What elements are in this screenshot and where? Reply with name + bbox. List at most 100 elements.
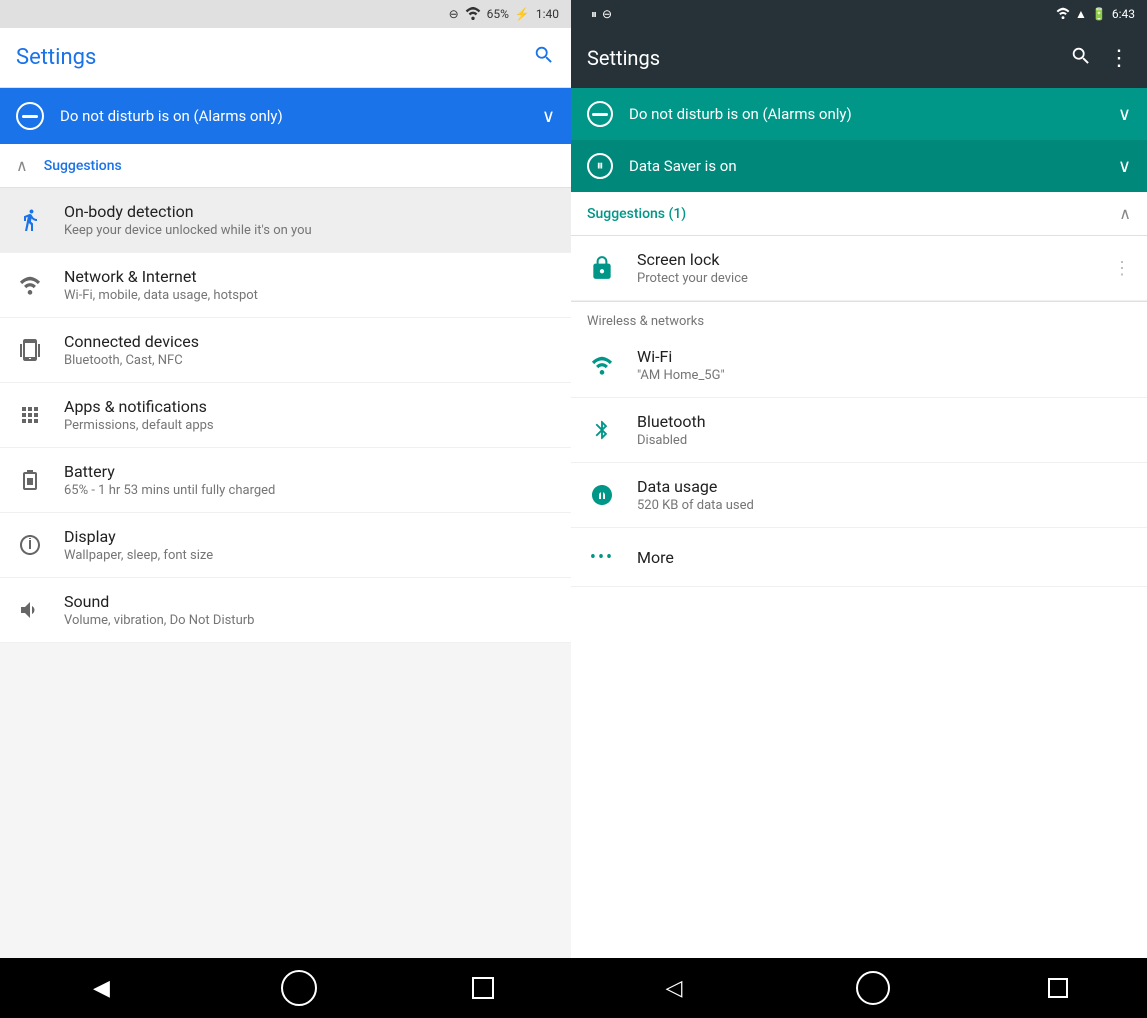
battery-percent: 65% <box>487 7 509 21</box>
right-suggestions-chevron: ∧ <box>1119 204 1131 223</box>
display-title: Display <box>64 527 555 546</box>
menu-item-wifi[interactable]: Wi-Fi "AM Home_5G" <box>571 333 1147 398</box>
right-title: Settings <box>587 46 1054 70</box>
right-battery-icon: 🔋 <box>1092 7 1107 21</box>
right-time: 6:43 <box>1112 7 1135 21</box>
apps-title: Apps & notifications <box>64 397 555 416</box>
left-recents-button[interactable] <box>472 977 494 999</box>
right-recents-button[interactable] <box>1048 978 1068 998</box>
bluetooth-content: Bluetooth Disabled <box>637 412 1131 448</box>
left-home-button[interactable] <box>281 970 317 1006</box>
menu-item-display[interactable]: Display Wallpaper, sleep, font size <box>0 513 571 578</box>
network-content: Network & Internet Wi-Fi, mobile, data u… <box>64 267 555 303</box>
display-icon <box>16 531 44 559</box>
right-dnd-icon <box>587 101 613 127</box>
left-search-button[interactable] <box>533 44 555 71</box>
left-dnd-icon <box>16 102 44 130</box>
wifi-icon <box>465 6 481 23</box>
right-wifi-icon <box>1056 7 1070 22</box>
display-content: Display Wallpaper, sleep, font size <box>64 527 555 563</box>
sound-title: Sound <box>64 592 555 611</box>
more-content: More <box>637 548 1131 567</box>
wifi-setting-icon <box>587 350 617 380</box>
onbody-content: On-body detection Keep your device unloc… <box>64 202 555 238</box>
battery-content: Battery 65% - 1 hr 53 mins until fully c… <box>64 462 555 498</box>
connected-title: Connected devices <box>64 332 555 351</box>
right-search-button[interactable] <box>1070 45 1092 72</box>
left-dnd-text: Do not disturb is on (Alarms only) <box>60 107 526 125</box>
apps-icon <box>16 401 44 429</box>
menu-item-datausage[interactable]: Data usage 520 KB of data used <box>571 463 1147 528</box>
screenlock-icon <box>587 253 617 283</box>
left-title: Settings <box>16 45 533 70</box>
suggestions-expand-icon: ∧ <box>16 156 28 175</box>
bluetooth-title: Bluetooth <box>637 412 1131 431</box>
onbody-icon <box>16 206 44 234</box>
more-dots-icon: ••• <box>587 542 617 572</box>
menu-item-battery[interactable]: Battery 65% - 1 hr 53 mins until fully c… <box>0 448 571 513</box>
bottom-nav: ◀ ◁ <box>0 958 1147 1018</box>
menu-item-network[interactable]: Network & Internet Wi-Fi, mobile, data u… <box>0 253 571 318</box>
screenlock-more-icon[interactable]: ⋮ <box>1113 258 1131 279</box>
right-datasaver-banner[interactable]: ⏸ Data Saver is on ∨ <box>571 140 1147 192</box>
left-suggestions-header[interactable]: ∧ Suggestions <box>0 144 571 187</box>
pause-status-icon: ⏸ <box>591 7 597 22</box>
datausage-content: Data usage 520 KB of data used <box>637 477 1131 513</box>
datausage-icon <box>587 480 617 510</box>
screenlock-title: Screen lock <box>637 250 1093 269</box>
network-title: Network & Internet <box>64 267 555 286</box>
connected-icon <box>16 336 44 364</box>
more-title: More <box>637 548 1131 567</box>
wifi-content: Wi-Fi "AM Home_5G" <box>637 347 1131 383</box>
dnd-status-icon: ⊖ <box>449 7 459 21</box>
right-dnd-banner[interactable]: Do not disturb is on (Alarms only) ∨ <box>571 88 1147 140</box>
bluetooth-icon <box>587 415 617 445</box>
right-home-button[interactable] <box>856 971 890 1005</box>
connected-content: Connected devices Bluetooth, Cast, NFC <box>64 332 555 368</box>
menu-item-sound[interactable]: Sound Volume, vibration, Do Not Disturb <box>0 578 571 643</box>
right-ds-chevron: ∨ <box>1118 156 1131 177</box>
right-header: Settings ⋮ <box>571 28 1147 88</box>
datausage-title: Data usage <box>637 477 1131 496</box>
menu-item-screenlock[interactable]: Screen lock Protect your device ⋮ <box>571 236 1147 301</box>
sound-content: Sound Volume, vibration, Do Not Disturb <box>64 592 555 628</box>
right-status-bar: ⏸ ⊖ ▲ 🔋 6:43 <box>571 0 1147 28</box>
left-nav: ◀ <box>0 958 571 1018</box>
right-screen: ⏸ ⊖ ▲ 🔋 6:43 Settings ⋮ D <box>571 0 1147 958</box>
right-dnd-chevron: ∨ <box>1118 104 1131 125</box>
battery-title: Battery <box>64 462 555 481</box>
menu-item-bluetooth[interactable]: Bluetooth Disabled <box>571 398 1147 463</box>
left-back-button[interactable]: ◀ <box>78 964 126 1012</box>
menu-item-connected[interactable]: Connected devices Bluetooth, Cast, NFC <box>0 318 571 383</box>
right-ds-icon: ⏸ <box>587 153 613 179</box>
right-suggestions-label: Suggestions (1) <box>587 206 1107 222</box>
right-dnd-text: Do not disturb is on (Alarms only) <box>629 105 1102 123</box>
left-dnd-chevron: ∨ <box>542 106 555 127</box>
suggestions-label: Suggestions <box>44 158 122 174</box>
right-more-button[interactable]: ⋮ <box>1108 46 1131 71</box>
screenlock-content: Screen lock Protect your device <box>637 250 1093 286</box>
sound-icon <box>16 596 44 624</box>
bluetooth-subtitle: Disabled <box>637 433 1131 448</box>
network-subtitle: Wi-Fi, mobile, data usage, hotspot <box>64 288 555 303</box>
onbody-title: On-body detection <box>64 202 555 221</box>
charging-icon: ⚡ <box>515 7 530 21</box>
right-suggestions-header[interactable]: Suggestions (1) ∧ <box>571 192 1147 236</box>
onbody-subtitle: Keep your device unlocked while it's on … <box>64 223 555 238</box>
left-dnd-banner[interactable]: Do not disturb is on (Alarms only) ∨ <box>0 88 571 144</box>
right-nav: ◁ <box>571 958 1147 1018</box>
right-signal-icon: ▲ <box>1075 7 1087 21</box>
right-back-button[interactable]: ◁ <box>650 964 698 1012</box>
menu-item-apps[interactable]: Apps & notifications Permissions, defaul… <box>0 383 571 448</box>
menu-item-more[interactable]: ••• More <box>571 528 1147 587</box>
wireless-section-header: Wireless & networks <box>571 302 1147 333</box>
apps-content: Apps & notifications Permissions, defaul… <box>64 397 555 433</box>
wifi-subtitle: "AM Home_5G" <box>637 368 1131 383</box>
connected-subtitle: Bluetooth, Cast, NFC <box>64 353 555 368</box>
time: 1:40 <box>536 7 559 21</box>
right-dnd-status-icon: ⊖ <box>602 7 612 21</box>
left-screen: ⊖ 65% ⚡ 1:40 Settings Do not disturb is … <box>0 0 571 958</box>
menu-item-onbody[interactable]: On-body detection Keep your device unloc… <box>0 188 571 253</box>
wifi-title: Wi-Fi <box>637 347 1131 366</box>
display-subtitle: Wallpaper, sleep, font size <box>64 548 555 563</box>
